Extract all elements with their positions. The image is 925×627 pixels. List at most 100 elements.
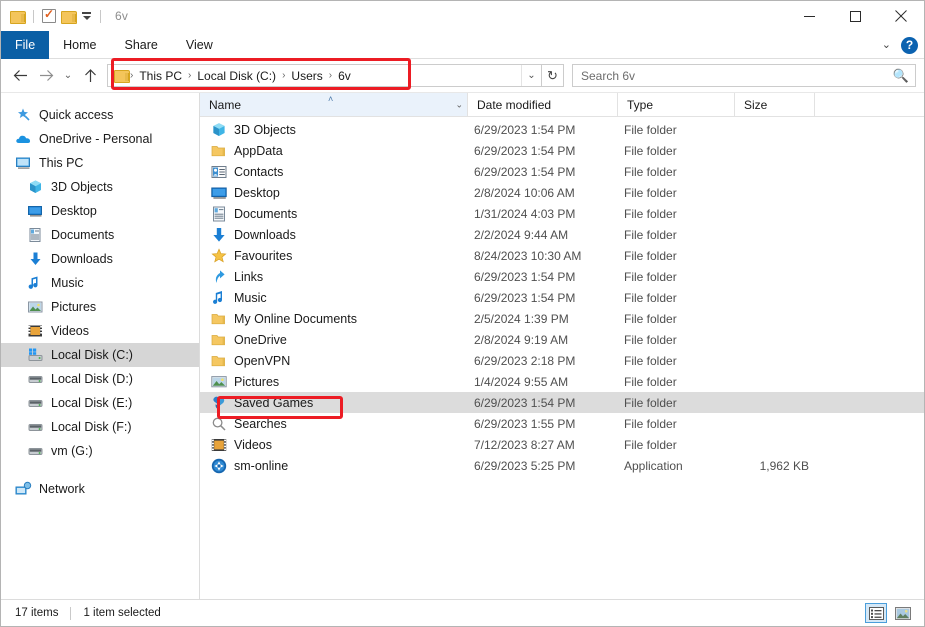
cube-icon — [27, 179, 44, 195]
help-icon[interactable]: ? — [901, 36, 918, 54]
sidebar-item-local-disk-c[interactable]: Local Disk (C:) — [1, 343, 199, 367]
table-row[interactable]: OneDrive 2/8/2024 9:19 AM File folder — [200, 329, 924, 350]
back-arrow-icon[interactable] — [7, 63, 33, 89]
refresh-icon[interactable]: ↻ — [542, 64, 564, 87]
table-row[interactable]: Downloads 2/2/2024 9:44 AM File folder — [200, 224, 924, 245]
file-name-cell[interactable]: OpenVPN — [200, 353, 468, 369]
search-icon[interactable]: 🔍 — [893, 68, 909, 84]
sidebar-item-3d-objects[interactable]: 3D Objects — [1, 175, 199, 199]
large-icons-view-button[interactable] — [892, 603, 914, 623]
sidebar-item-downloads[interactable]: Downloads — [1, 247, 199, 271]
star-icon — [211, 247, 227, 264]
breadcrumb-item-local-disk-c[interactable]: Local Disk (C:) — [192, 69, 281, 83]
table-row[interactable]: Music 6/29/2023 1:54 PM File folder — [200, 287, 924, 308]
folder-icon[interactable] — [10, 10, 26, 24]
forward-arrow-icon[interactable] — [33, 63, 59, 89]
search-input[interactable]: Search 6v 🔍 — [572, 64, 916, 87]
close-icon[interactable] — [878, 1, 924, 31]
sidebar-item-network[interactable]: Network — [1, 477, 199, 501]
breadcrumb-item-this-pc[interactable]: This PC — [134, 69, 187, 83]
breadcrumb-item-6v[interactable]: 6v — [333, 69, 356, 83]
file-name-cell[interactable]: Pictures — [200, 374, 468, 390]
file-list-pane: ˄ Name ⌄ Date modified Type Size 3D Obje… — [200, 93, 924, 599]
column-header-type[interactable]: Type — [618, 93, 735, 116]
sidebar-item-pictures[interactable]: Pictures — [1, 295, 199, 319]
file-name-label: Downloads — [234, 227, 296, 242]
chevron-down-icon[interactable]: ⌄ — [882, 39, 891, 51]
table-row[interactable]: 3D Objects 6/29/2023 1:54 PM File folder — [200, 119, 924, 140]
file-name-cell[interactable]: OneDrive — [200, 332, 468, 348]
sidebar-item-label: Documents — [51, 228, 115, 242]
customize-dropdown-icon[interactable] — [81, 12, 92, 20]
table-row[interactable]: sm-online 6/29/2023 5:25 PM Application 1,9… — [200, 455, 924, 476]
recent-locations-icon[interactable]: ⌄ — [59, 63, 77, 89]
file-name-cell[interactable]: AppData — [200, 143, 468, 159]
file-name-cell[interactable]: Desktop — [200, 185, 468, 201]
table-row[interactable]: Saved Games 6/29/2023 1:54 PM File folder — [200, 392, 924, 413]
file-name-cell[interactable]: Downloads — [200, 227, 468, 243]
file-name-cell[interactable]: Documents — [200, 206, 468, 222]
up-arrow-icon[interactable] — [77, 63, 103, 89]
table-row[interactable]: OpenVPN 6/29/2023 2:18 PM File folder — [200, 350, 924, 371]
file-name-cell[interactable]: Music — [200, 290, 468, 306]
sidebar-item-this-pc[interactable]: This PC — [1, 151, 199, 175]
saved-games-icon — [211, 395, 227, 411]
sidebar-item-label: This PC — [39, 156, 84, 170]
address-dropdown-icon[interactable]: ⌄ — [521, 65, 541, 86]
sidebar-item-documents[interactable]: Documents — [1, 223, 199, 247]
file-name-cell[interactable]: 3D Objects — [200, 122, 468, 138]
table-row[interactable]: Favourites 8/24/2023 10:30 AM File folder — [200, 245, 924, 266]
table-row[interactable]: Documents 1/31/2024 4:03 PM File folder — [200, 203, 924, 224]
sidebar-item-videos[interactable]: Videos — [1, 319, 199, 343]
file-name-cell[interactable]: Searches — [200, 416, 468, 432]
file-name-cell[interactable]: My Online Documents — [200, 311, 468, 327]
file-name-cell[interactable]: Links — [200, 269, 468, 285]
maximize-icon[interactable] — [832, 1, 878, 31]
breadcrumb-item-users[interactable]: Users — [286, 69, 327, 83]
star-pin-icon — [15, 107, 32, 123]
date-modified-cell: 1/4/2024 9:55 AM — [474, 374, 569, 389]
file-name-label: Pictures — [234, 374, 280, 389]
table-row[interactable]: Links 6/29/2023 1:54 PM File folder — [200, 266, 924, 287]
sidebar-item-desktop[interactable]: Desktop — [1, 199, 199, 223]
new-folder-icon[interactable] — [61, 10, 77, 24]
table-row[interactable]: Videos 7/12/2023 8:27 AM File folder — [200, 434, 924, 455]
sidebar-item-local-disk-d[interactable]: Local Disk (D:) — [1, 367, 199, 391]
file-name-cell[interactable]: Contacts — [200, 164, 468, 180]
sidebar-item-vm-g[interactable]: vm (G:) — [1, 439, 199, 463]
chevron-down-icon[interactable]: ⌄ — [455, 99, 463, 110]
music-note-icon — [211, 290, 227, 306]
table-row[interactable]: AppData 6/29/2023 1:54 PM File folder — [200, 140, 924, 161]
tab-home[interactable]: Home — [49, 31, 110, 59]
table-row[interactable]: Pictures 1/4/2024 9:55 AM File folder — [200, 371, 924, 392]
tab-share[interactable]: Share — [111, 31, 172, 59]
sidebar-item-local-disk-f[interactable]: Local Disk (F:) — [1, 415, 199, 439]
breadcrumb: › This PC › Local Disk (C:) › Users › 6v — [108, 69, 521, 83]
minimize-icon[interactable] — [786, 1, 832, 31]
table-row[interactable]: Searches 6/29/2023 1:55 PM File folder — [200, 413, 924, 434]
file-name-label: AppData — [234, 143, 283, 158]
column-header-date-modified[interactable]: Date modified — [468, 93, 618, 116]
sidebar-item-music[interactable]: Music — [1, 271, 199, 295]
table-row[interactable]: My Online Documents 2/5/2024 1:39 PM File … — [200, 308, 924, 329]
tab-file[interactable]: File — [1, 31, 50, 59]
tab-view[interactable]: View — [172, 31, 227, 59]
document-icon — [211, 206, 227, 222]
file-name-cell[interactable]: sm-online — [200, 458, 468, 474]
properties-icon[interactable] — [42, 7, 56, 23]
sidebar-item-onedrive-personal[interactable]: OneDrive - Personal — [1, 127, 199, 151]
drive-icon — [27, 443, 44, 459]
table-row[interactable]: Desktop 2/8/2024 10:06 AM File folder — [200, 182, 924, 203]
address-field[interactable]: › This PC › Local Disk (C:) › Users › 6v… — [107, 64, 542, 87]
column-header-size[interactable]: Size — [735, 93, 815, 116]
file-name-label: Documents — [234, 206, 298, 221]
folder-icon[interactable] — [114, 69, 130, 83]
sidebar-item-local-disk-e[interactable]: Local Disk (E:) — [1, 391, 199, 415]
details-view-button[interactable] — [865, 603, 887, 623]
table-row[interactable]: Contacts 6/29/2023 1:54 PM File folder — [200, 161, 924, 182]
column-header-name[interactable]: ˄ Name ⌄ — [200, 93, 468, 116]
sidebar-item-quick-access[interactable]: Quick access — [1, 103, 199, 127]
file-name-cell[interactable]: Favourites — [200, 247, 468, 264]
file-name-cell[interactable]: Saved Games — [200, 395, 468, 411]
file-name-cell[interactable]: Videos — [200, 437, 468, 453]
